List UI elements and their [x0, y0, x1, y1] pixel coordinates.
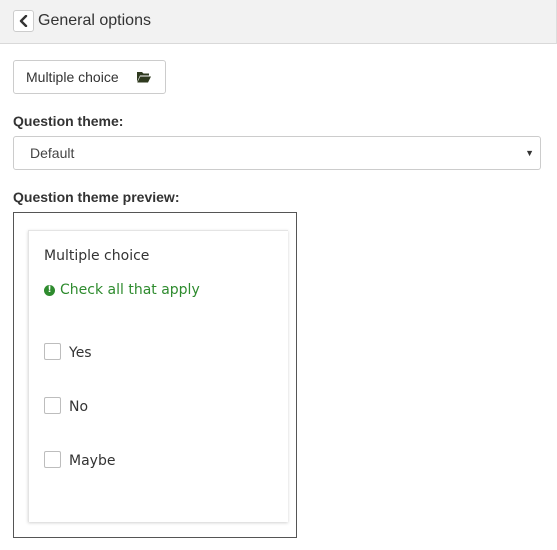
option-label: No	[69, 399, 89, 415]
preview-question-card: Multiple choice ! Check all that apply Y…	[28, 230, 288, 522]
preview-option-no[interactable]: No	[44, 395, 88, 415]
question-theme-select[interactable]: Default ▼	[13, 136, 541, 170]
panel-title: General options	[38, 12, 151, 29]
question-theme-label: Question theme:	[13, 113, 124, 129]
panel-header: General options	[0, 0, 557, 44]
preview-option-yes[interactable]: Yes	[44, 341, 92, 361]
option-label: Maybe	[69, 453, 116, 469]
checkbox[interactable]	[44, 342, 61, 360]
preview-hint: ! Check all that apply	[44, 282, 200, 298]
question-type-label: Multiple choice	[26, 69, 119, 85]
checkbox[interactable]	[44, 450, 61, 468]
theme-preview-frame: Multiple choice ! Check all that apply Y…	[13, 212, 297, 538]
theme-preview-label: Question theme preview:	[13, 189, 180, 205]
preview-hint-text: Check all that apply	[60, 282, 200, 298]
question-type-button[interactable]: Multiple choice	[13, 60, 166, 94]
option-label: Yes	[69, 345, 92, 361]
preview-question-title: Multiple choice	[44, 248, 150, 264]
checkbox[interactable]	[44, 396, 61, 414]
caret-down-icon: ▼	[525, 148, 534, 158]
question-theme-value: Default	[30, 145, 75, 161]
chevron-left-icon	[19, 15, 28, 27]
back-button[interactable]	[13, 10, 34, 32]
preview-option-maybe[interactable]: Maybe	[44, 449, 115, 469]
folder-open-icon	[137, 72, 151, 83]
exclamation-circle-icon: !	[44, 284, 55, 296]
